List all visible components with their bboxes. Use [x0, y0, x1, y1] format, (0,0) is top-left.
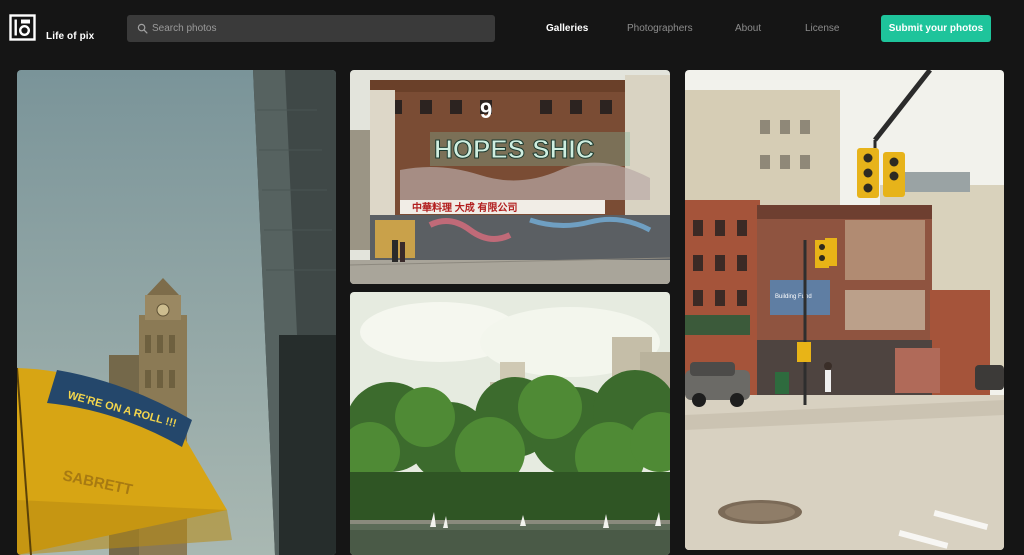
top-navigation-bar: Life of pix Galleries Photographers Abou…	[0, 0, 1024, 58]
photo-image: 9 HOPES SHIC 中華料理 大成 有限公司	[350, 70, 670, 284]
nav-about-link[interactable]: About	[735, 23, 761, 34]
brand-logo-link[interactable]: Life of pix	[9, 14, 94, 42]
gallery-photo-park-pond[interactable]	[350, 292, 670, 555]
gallery-photo-graffiti-building[interactable]: 9 HOPES SHIC 中華料理 大成 有限公司	[350, 70, 670, 284]
search-input[interactable]	[152, 15, 495, 42]
nav-galleries-link[interactable]: Galleries	[546, 23, 588, 34]
photo-image: WE'RE ON A ROLL !!! SABRETT	[17, 70, 336, 555]
brand-name: Life of pix	[46, 31, 95, 42]
photo-image: Building Fund	[685, 70, 1004, 550]
nav-license-link[interactable]: License	[805, 23, 839, 34]
nav-photographers-link[interactable]: Photographers	[627, 23, 693, 34]
building-number: 9	[480, 98, 492, 123]
graffiti-text: HOPES SHIC	[434, 134, 595, 164]
restaurant-sign: 中華料理 大成 有限公司	[412, 201, 518, 214]
brand-logo-icon	[9, 14, 36, 41]
photo-image	[350, 292, 670, 555]
submit-photos-button[interactable]: Submit your photos	[881, 15, 991, 42]
search-bar[interactable]	[127, 15, 495, 42]
gallery-photo-street-corner[interactable]: Building Fund	[685, 70, 1004, 550]
gallery-photo-clock-tower[interactable]: WE'RE ON A ROLL !!! SABRETT	[17, 70, 336, 555]
search-icon	[137, 23, 148, 34]
